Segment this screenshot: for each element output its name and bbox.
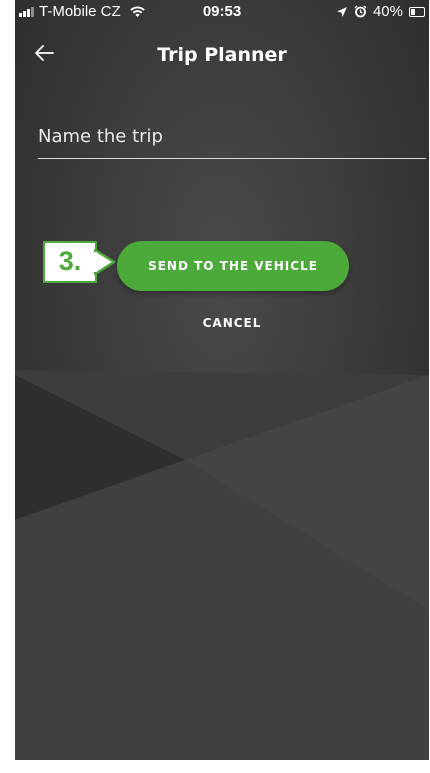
location-arrow-icon — [336, 6, 347, 17]
phone-screen: T-Mobile CZ 09:53 40% Trip Planner Name … — [15, 0, 429, 760]
page-title: Trip Planner — [157, 44, 287, 66]
nav-bar: Trip Planner — [15, 34, 429, 74]
battery-icon — [409, 6, 425, 17]
cancel-button[interactable]: CANCEL — [157, 312, 307, 334]
trip-name-input[interactable] — [38, 115, 426, 159]
status-right: 40% — [336, 3, 425, 20]
background-pattern — [15, 0, 429, 760]
send-to-vehicle-button[interactable]: SEND TO THE VEHICLE — [117, 241, 349, 291]
status-bar: T-Mobile CZ 09:53 40% — [15, 0, 429, 24]
step-pointer-arrow-icon — [94, 249, 116, 275]
battery-percent: 40% — [372, 3, 403, 20]
step-number-badge: 3. — [43, 241, 97, 283]
alarm-icon — [354, 5, 367, 18]
